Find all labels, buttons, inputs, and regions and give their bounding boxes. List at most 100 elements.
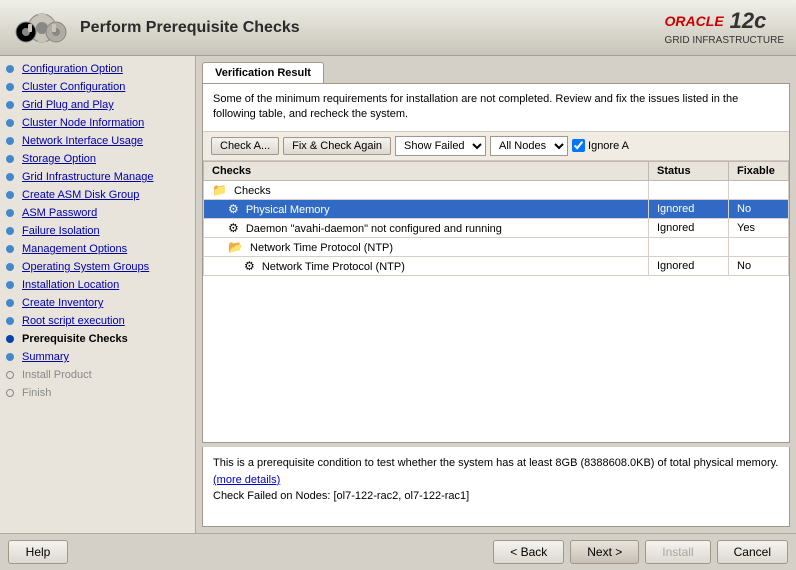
sidebar-dot: [6, 173, 14, 181]
checks-table: Checks Status Fixable 📁 Checks: [203, 161, 789, 442]
sidebar-dot: [6, 191, 14, 199]
sidebar-dot: [6, 299, 14, 307]
table-row[interactable]: ⚙ Physical Memory Ignored No: [204, 199, 789, 218]
help-button[interactable]: Help: [8, 540, 68, 564]
title-bar: Perform Prerequisite Checks ORACLE 12c G…: [0, 0, 796, 56]
more-details-link[interactable]: (more details): [213, 474, 280, 486]
sidebar-item-management-options[interactable]: Management Options: [0, 240, 195, 258]
table-row[interactable]: 📂 Network Time Protocol (NTP): [204, 237, 789, 256]
sidebar-item-install-product: Install Product: [0, 366, 195, 384]
oracle-logo: ORACLE 12c GRID INFRASTRUCTURE: [665, 8, 784, 47]
ntp-item-label: ⚙ Network Time Protocol (NTP): [204, 256, 649, 275]
folder-icon: 📁: [212, 183, 227, 197]
install-button[interactable]: Install: [645, 540, 710, 564]
toolbar: Check A... Fix & Check Again Show Failed…: [203, 132, 789, 161]
sidebar-item-grid-plug-play[interactable]: Grid Plug and Play: [0, 96, 195, 114]
sidebar-item-cluster-config[interactable]: Cluster Configuration: [0, 78, 195, 96]
gear-icons: [12, 10, 72, 46]
table-row[interactable]: ⚙ Daemon "avahi-daemon" not configured a…: [204, 218, 789, 237]
ntp-group-status: [649, 237, 729, 256]
ntp-item-fixable: No: [729, 256, 789, 275]
avahi-status: Ignored: [649, 218, 729, 237]
fix-check-button[interactable]: Fix & Check Again: [283, 137, 391, 155]
sidebar-dot: [6, 137, 14, 145]
physical-memory-fixable: No: [729, 199, 789, 218]
physical-memory-status: Ignored: [649, 199, 729, 218]
checks-group-status: [649, 180, 729, 199]
sidebar-dot: [6, 281, 14, 289]
sidebar-item-install-location[interactable]: Installation Location: [0, 276, 195, 294]
table-row[interactable]: ⚙ Network Time Protocol (NTP) Ignored No: [204, 256, 789, 275]
sidebar-dot-empty: [6, 371, 14, 379]
sidebar-dot: [6, 155, 14, 163]
sidebar-item-config-option[interactable]: Configuration Option: [0, 60, 195, 78]
ntp-group-fixable: [729, 237, 789, 256]
sidebar-dot: [6, 209, 14, 217]
desc-text1: This is a prerequisite condition to test…: [213, 457, 778, 469]
check-item-icon: ⚙: [228, 202, 239, 216]
sidebar-dot: [6, 227, 14, 235]
version-text: 12c: [730, 8, 767, 34]
sidebar-dot-empty: [6, 389, 14, 397]
sidebar-item-finish: Finish: [0, 384, 195, 402]
sidebar-item-prereq-checks[interactable]: Prerequisite Checks: [0, 330, 195, 348]
ignore-checkbox-label: Ignore A: [572, 139, 629, 152]
show-failed-select[interactable]: Show Failed: [395, 136, 486, 156]
ntp-item-status: Ignored: [649, 256, 729, 275]
sidebar: Configuration Option Cluster Configurati…: [0, 56, 196, 533]
ntp-group-label: 📂 Network Time Protocol (NTP): [204, 237, 649, 256]
sidebar-dot: [6, 317, 14, 325]
cancel-button[interactable]: Cancel: [717, 540, 788, 564]
sidebar-item-failure-isolation[interactable]: Failure Isolation: [0, 222, 195, 240]
sidebar-item-asm-password[interactable]: ASM Password: [0, 204, 195, 222]
sidebar-item-os-groups[interactable]: Operating System Groups: [0, 258, 195, 276]
sidebar-dot: [6, 119, 14, 127]
check-item-icon: ⚙: [244, 259, 255, 273]
sidebar-item-network-interface[interactable]: Network Interface Usage: [0, 132, 195, 150]
check-item-icon: ⚙: [228, 221, 239, 235]
panel-content: Some of the minimum requirements for ins…: [202, 83, 790, 443]
sidebar-item-grid-infra[interactable]: Grid Infrastructure Manage: [0, 168, 195, 186]
tab-bar: Verification Result: [202, 62, 790, 83]
check-again-button[interactable]: Check A...: [211, 137, 279, 155]
right-panel: Verification Result Some of the minimum …: [196, 56, 796, 533]
main-content: Configuration Option Cluster Configurati…: [0, 56, 796, 533]
sidebar-dot: [6, 83, 14, 91]
sidebar-item-summary[interactable]: Summary: [0, 348, 195, 366]
sidebar-dot: [6, 101, 14, 109]
nav-buttons: < Back Next > Install Cancel: [493, 540, 788, 564]
sidebar-dot: [6, 263, 14, 271]
back-button[interactable]: < Back: [493, 540, 564, 564]
physical-memory-label: ⚙ Physical Memory: [204, 199, 649, 218]
ignore-checkbox[interactable]: [572, 139, 585, 152]
col-checks: Checks: [204, 161, 649, 180]
panel-description: Some of the minimum requirements for ins…: [203, 84, 789, 132]
checks-data-table: Checks Status Fixable 📁 Checks: [203, 161, 789, 276]
avahi-fixable: Yes: [729, 218, 789, 237]
table-row[interactable]: 📁 Checks: [204, 180, 789, 199]
folder-expand-icon: 📂: [228, 240, 243, 254]
sidebar-item-storage-option[interactable]: Storage Option: [0, 150, 195, 168]
desc-text2: Check Failed on Nodes: [ol7-122-rac2, ol…: [213, 490, 469, 502]
checks-group-fixable: [729, 180, 789, 199]
sidebar-dot: [6, 245, 14, 253]
sidebar-dot: [6, 65, 14, 73]
sidebar-item-root-script[interactable]: Root script execution: [0, 312, 195, 330]
avahi-label: ⚙ Daemon "avahi-daemon" not configured a…: [204, 218, 649, 237]
tab-verification-result[interactable]: Verification Result: [202, 62, 324, 83]
oracle-branding: ORACLE 12c GRID INFRASTRUCTURE: [665, 8, 784, 47]
sidebar-item-create-asm[interactable]: Create ASM Disk Group: [0, 186, 195, 204]
title-bar-left: Perform Prerequisite Checks: [12, 10, 300, 46]
main-window: Perform Prerequisite Checks ORACLE 12c G…: [0, 0, 796, 570]
next-button[interactable]: Next >: [570, 540, 639, 564]
all-nodes-select[interactable]: All Nodes: [490, 136, 568, 156]
checks-group-label: 📁 Checks: [204, 180, 649, 199]
description-panel: This is a prerequisite condition to test…: [202, 447, 790, 527]
sidebar-dot: [6, 353, 14, 361]
sidebar-dot-active: [6, 335, 14, 343]
col-fixable: Fixable: [729, 161, 789, 180]
product-text: GRID INFRASTRUCTURE: [665, 34, 784, 47]
sidebar-item-create-inventory[interactable]: Create Inventory: [0, 294, 195, 312]
col-status: Status: [649, 161, 729, 180]
sidebar-item-cluster-node-info[interactable]: Cluster Node Information: [0, 114, 195, 132]
